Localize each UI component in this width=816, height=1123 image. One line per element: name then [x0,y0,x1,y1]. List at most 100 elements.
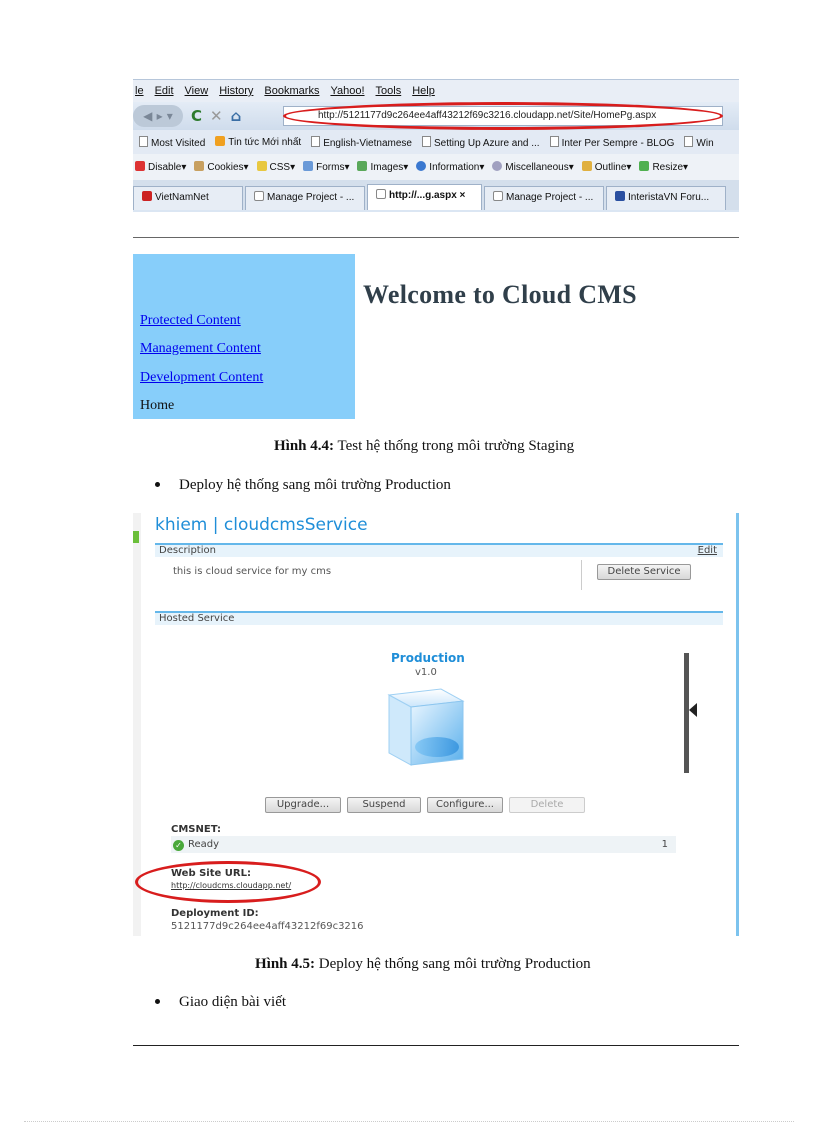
divider [581,560,582,590]
bullet-deploy: Deploy hệ thống sang môi trường Producti… [155,477,451,494]
check-icon: ✓ [173,840,184,851]
outline-icon [581,161,592,171]
bookmarks-toolbar: Most Visited Tin tức Mới nhất English-Vi… [133,130,739,154]
footer-rule [133,1045,739,1046]
web-developer-toolbar: Disable▾ Cookies▾ CSS▾ Forms▾ Images▾ In… [133,154,739,180]
left-strip [133,513,141,936]
page-bottom-dotted-line [24,1121,794,1122]
home-icon[interactable]: ⌂ [231,107,242,125]
menu-edit[interactable]: Edit [155,85,174,97]
link-protected-content[interactable]: Protected Content [140,313,241,329]
role-status-row: ✓ Ready 1 [171,836,676,853]
page-icon [684,135,694,147]
rss-icon [215,136,226,146]
navigation-bar: ◀ ▸ ▾ C ✕ ⌂ http://5121177d9c264ee4aff43… [133,102,739,130]
disable-icon [135,161,145,171]
site-icon [142,191,152,201]
refresh-icon[interactable]: C [191,107,202,125]
tab-strip: VietNamNet Manage Project - ... http://.… [133,180,739,210]
menu-yahoo[interactable]: Yahoo! [330,85,364,97]
role-name: CMSNET: [171,824,221,835]
page-icon [493,191,503,201]
toolbar-forms[interactable]: Forms▾ [303,161,349,173]
service-title: khiem | cloudcmsService [155,515,368,535]
menu-view[interactable]: View [185,85,209,97]
tab-manage-project[interactable]: Manage Project - ... [245,186,365,210]
suspend-button[interactable]: Suspend [347,797,421,813]
delete-button[interactable]: Delete [509,797,585,813]
description-text: this is cloud service for my cms [173,566,332,577]
stop-icon[interactable]: ✕ [210,107,223,125]
tab-active[interactable]: http://...g.aspx × [367,184,482,210]
collapse-arrow-icon[interactable] [689,703,697,717]
toolbar-outline[interactable]: Outline▾ [581,161,631,173]
link-development-content[interactable]: Development Content [140,370,263,386]
toolbar-cookies[interactable]: Cookies▾ [194,161,249,173]
highlight-oval [283,102,723,130]
css-icon [256,161,267,171]
right-border [736,513,739,936]
bookmark-item[interactable]: English-Vietnamese [311,135,412,149]
link-management-content[interactable]: Management Content [140,341,261,357]
bullet-dot [155,482,160,487]
deployment-id-label: Deployment ID: [171,908,259,919]
instance-count: 1 [661,839,668,850]
upgrade-button[interactable]: Upgrade... [265,797,341,813]
highlight-oval [135,861,321,903]
menu-bookmarks[interactable]: Bookmarks [264,85,319,97]
browser-screenshot: le Edit View History Bookmarks Yahoo! To… [133,79,739,212]
bookmark-item[interactable]: Tin tức Mới nhất [215,136,301,148]
menu-history[interactable]: History [219,85,253,97]
toolbar-disable[interactable]: Disable▾ [135,161,186,173]
figure-caption-4-4: Hình 4.4: Test hệ thống trong môi trường… [274,438,575,454]
bullet-dot [155,999,160,1004]
home-label: Home [140,398,175,413]
site-icon [615,191,625,201]
page-icon [139,135,148,147]
collapse-tab-icon[interactable] [133,531,139,543]
deployment-cube-icon [387,688,465,766]
version-label: v1.0 [415,667,437,678]
hosted-service-header: Hosted Service [155,611,723,625]
toolbar-css[interactable]: CSS▾ [256,161,295,173]
info-icon [416,161,427,171]
cookie-icon [194,161,205,171]
resize-icon [639,161,650,171]
tab-manage-project-2[interactable]: Manage Project - ... [484,186,604,210]
cms-screenshot: Protected Content Management Content Dev… [133,254,739,419]
page-icon [421,135,431,147]
bookmark-item[interactable]: Setting Up Azure and ... [421,135,540,149]
menu-help[interactable]: Help [412,85,435,97]
page-icon [376,189,386,199]
bookmark-item[interactable]: Win [684,135,714,149]
deployment-id-value: 5121177d9c264ee4aff43212f69c3216 [171,921,364,932]
description-header: Description Edit [155,543,723,557]
edit-link[interactable]: Edit [698,545,717,557]
menu-bar: le Edit View History Bookmarks Yahoo! To… [133,80,739,102]
delete-service-button[interactable]: Delete Service [597,564,691,580]
back-forward-icon[interactable]: ◀ ▸ ▾ [133,105,183,127]
configure-button[interactable]: Configure... [427,797,503,813]
page-icon [549,135,559,147]
misc-icon [492,161,503,171]
bookmark-item[interactable]: Inter Per Sempre - BLOG [549,135,674,149]
toolbar-misc[interactable]: Miscellaneous▾ [492,161,574,173]
toolbar-resize[interactable]: Resize▾ [639,161,688,173]
bullet-ui: Giao diện bài viết [155,994,286,1011]
azure-portal-screenshot: khiem | cloudcmsService Description Edit… [133,513,739,936]
forms-icon [303,161,314,171]
tab-vietnamnet[interactable]: VietNamNet [133,186,243,210]
toolbar-images[interactable]: Images▾ [357,161,408,173]
toolbar-information[interactable]: Information▾ [416,161,484,173]
page-icon [311,135,321,147]
tab-interistavn[interactable]: InteristaVN Foru... [606,186,726,210]
page-icon [254,191,264,201]
bookmark-item[interactable]: Most Visited [139,135,205,149]
figure-caption-4-5: Hình 4.5: Deploy hệ thống sang môi trườn… [255,956,591,972]
cms-page-title: Welcome to Cloud CMS [363,280,637,309]
separator-line [133,237,739,238]
menu-file[interactable]: le [135,85,144,97]
status-text: Ready [188,839,220,850]
menu-tools[interactable]: Tools [376,85,402,97]
images-icon [357,161,368,171]
